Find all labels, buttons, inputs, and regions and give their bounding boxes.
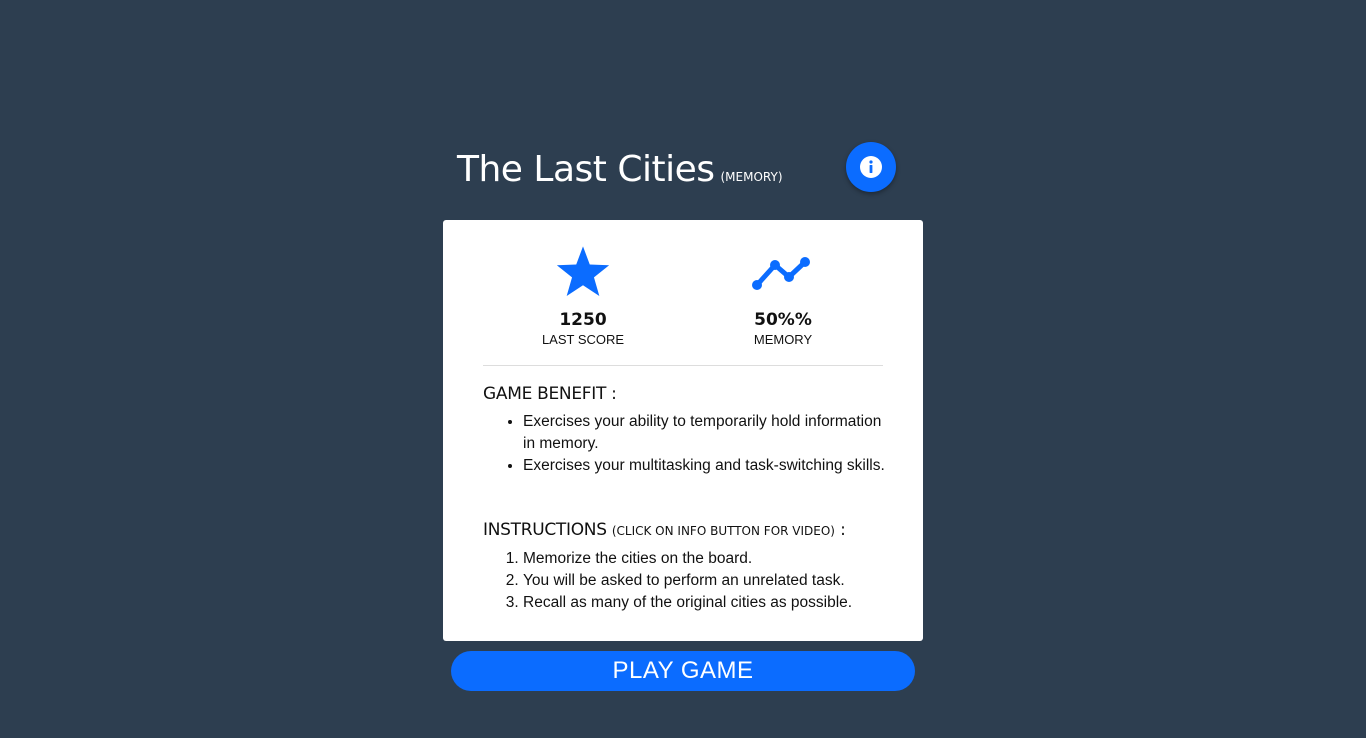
list-item: You will be asked to perform an unrelate… [523,570,893,592]
game-title: The Last Cities [457,149,715,190]
list-item: Exercises your multitasking and task-swi… [523,455,893,477]
instructions-heading-note: (CLICK ON INFO BUTTON FOR VIDEO) [611,524,835,538]
instructions-heading-text: INSTRUCTIONS [483,520,607,540]
instructions-heading: INSTRUCTIONS (CLICK ON INFO BUTTON FOR V… [483,519,893,542]
divider [483,365,883,366]
game-benefit-heading: GAME BENEFIT : [483,384,617,404]
game-intro-page: The Last Cities (MEMORY) 1250 LAST SCORE [0,0,1366,738]
memory-label: MEMORY [753,332,813,347]
list-item: Memorize the cities on the board. [523,548,893,570]
list-item: Recall as many of the original cities as… [523,592,893,614]
game-category: (MEMORY) [720,170,783,184]
last-score-label: LAST SCORE [541,332,625,347]
info-button[interactable] [846,142,896,192]
instructions-section: INSTRUCTIONS (CLICK ON INFO BUTTON FOR V… [483,519,893,614]
trend-line-icon [752,257,810,290]
memory-value: 50%% [754,310,812,330]
benefit-list: Exercises your ability to temporarily ho… [483,411,893,477]
memory-stat: 50%% MEMORY [683,244,883,348]
list-item: Exercises your ability to temporarily ho… [523,411,893,455]
instructions-list: Memorize the cities on the board. You wi… [483,548,893,614]
instructions-heading-suffix: : [835,520,846,540]
info-icon [860,156,882,178]
last-score-value: 1250 [559,310,607,330]
game-benefit-section: GAME BENEFIT : Exercises your ability to… [483,383,893,477]
title-row: The Last Cities (MEMORY) [457,142,897,194]
game-info-card: 1250 LAST SCORE 50%% MEMORY GAME BENEFIT… [443,220,923,641]
last-score-stat: 1250 LAST SCORE [483,244,683,348]
star-icon [556,246,610,297]
page-title: The Last Cities (MEMORY) [457,149,783,198]
play-game-button[interactable]: PLAY GAME [451,651,915,691]
